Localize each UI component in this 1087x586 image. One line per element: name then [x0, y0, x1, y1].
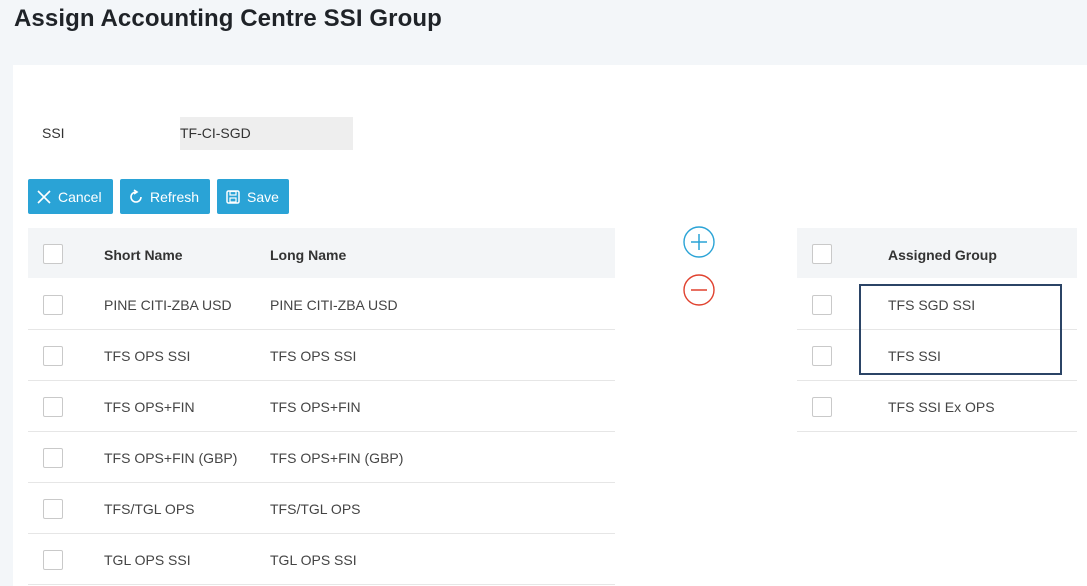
add-button[interactable]	[683, 225, 715, 263]
row-checkbox[interactable]	[43, 397, 63, 417]
assigned-group-cell: TFS SSI Ex OPS	[888, 399, 995, 415]
minus-circle-icon	[683, 273, 715, 311]
plus-circle-icon	[683, 225, 715, 263]
cancel-button[interactable]: Cancel	[28, 179, 113, 214]
row-checkbox[interactable]	[43, 346, 63, 366]
long-name-cell: PINE CITI-ZBA USD	[270, 297, 398, 313]
row-checkbox[interactable]	[43, 448, 63, 468]
long-name-cell: TGL OPS SSI	[270, 552, 357, 568]
row-checkbox[interactable]	[43, 295, 63, 315]
refresh-icon	[128, 188, 144, 205]
row-checkbox[interactable]	[812, 295, 832, 315]
short-name-cell: TFS OPS+FIN (GBP)	[104, 450, 238, 466]
page-title: Assign Accounting Centre SSI Group	[14, 5, 442, 32]
refresh-button[interactable]: Refresh	[120, 179, 210, 214]
column-header-short-name: Short Name	[104, 247, 183, 263]
long-name-cell: TFS OPS SSI	[270, 348, 357, 364]
save-button[interactable]: Save	[217, 179, 289, 214]
column-header-assigned-group: Assigned Group	[888, 247, 997, 263]
select-all-assigned-checkbox[interactable]	[812, 244, 832, 264]
long-name-cell: TFS/TGL OPS	[270, 501, 361, 517]
short-name-cell: PINE CITI-ZBA USD	[104, 297, 232, 313]
long-name-cell: TFS OPS+FIN (GBP)	[270, 450, 404, 466]
long-name-cell: TFS OPS+FIN	[270, 399, 361, 415]
row-checkbox[interactable]	[43, 499, 63, 519]
select-all-checkbox[interactable]	[43, 244, 63, 264]
short-name-cell: TFS OPS SSI	[104, 348, 191, 364]
short-name-cell: TFS/TGL OPS	[104, 501, 195, 517]
cancel-button-label: Cancel	[58, 188, 102, 205]
remove-button[interactable]	[683, 273, 715, 311]
row-checkbox[interactable]	[812, 346, 832, 366]
row-checkbox[interactable]	[812, 397, 832, 417]
ssi-field-value: TF-CI-SGD	[180, 125, 251, 141]
row-checkbox[interactable]	[43, 550, 63, 570]
ssi-label: SSI	[42, 125, 65, 141]
short-name-cell: TGL OPS SSI	[104, 552, 191, 568]
save-icon	[225, 189, 241, 205]
ssi-field[interactable]: TF-CI-SGD	[180, 117, 353, 150]
short-name-cell: TFS OPS+FIN	[104, 399, 195, 415]
save-button-label: Save	[247, 188, 279, 205]
refresh-button-label: Refresh	[150, 188, 200, 205]
close-icon	[36, 189, 52, 205]
selection-outline	[859, 284, 1062, 375]
column-header-long-name: Long Name	[270, 247, 347, 263]
